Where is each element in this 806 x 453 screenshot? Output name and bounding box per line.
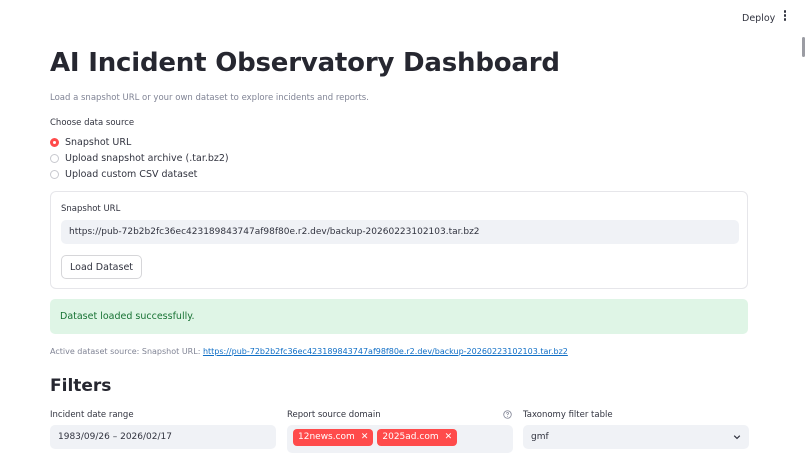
snapshot-form-card: Snapshot URL https://pub-72b2b2fc36ec423… <box>50 191 748 289</box>
success-alert: Dataset loaded successfully. <box>50 299 748 334</box>
radio-option-label: Snapshot URL <box>65 136 132 148</box>
active-source-link[interactable]: https://pub-72b2b2fc36ec423189843747af98… <box>203 347 568 356</box>
radio-option-label: Upload snapshot archive (.tar.bz2) <box>65 152 229 164</box>
taxonomy-label: Taxonomy filter table <box>523 410 613 420</box>
active-dataset-source: Active dataset source: Snapshot URL: htt… <box>50 347 568 356</box>
domain-tag: 12news.com ✕ <box>293 429 374 446</box>
deploy-button[interactable]: Deploy <box>736 11 781 26</box>
domain-tag: 2025ad.com ✕ <box>377 429 458 446</box>
radio-selected-icon[interactable] <box>50 137 59 147</box>
snapshot-url-input[interactable]: https://pub-72b2b2fc36ec423189843747af98… <box>61 220 739 244</box>
kebab-menu-icon[interactable] <box>780 10 790 26</box>
taxonomy-selected-value: gmf <box>531 432 549 442</box>
domain-tag-label: 12news.com <box>298 432 355 442</box>
top-bar: Deploy <box>0 0 806 36</box>
remove-tag-icon[interactable]: ✕ <box>361 432 369 442</box>
data-source-label: Choose data source <box>50 118 135 128</box>
radio-unselected-icon[interactable] <box>50 153 59 163</box>
filters-heading: Filters <box>50 376 112 396</box>
help-circle-icon[interactable] <box>503 410 512 419</box>
scrollbar-thumb[interactable] <box>802 37 805 57</box>
page-subtitle: Load a snapshot URL or your own dataset … <box>50 93 369 103</box>
taxonomy-select[interactable]: gmf <box>523 425 749 449</box>
chevron-down-icon <box>733 435 741 440</box>
source-domain-label: Report source domain <box>287 410 381 420</box>
active-source-prefix: Active dataset source: Snapshot URL: <box>50 347 203 356</box>
domain-tag-label: 2025ad.com <box>382 432 439 442</box>
remove-tag-icon[interactable]: ✕ <box>445 432 453 442</box>
load-dataset-button[interactable]: Load Dataset <box>61 255 143 279</box>
radio-option-label: Upload custom CSV dataset <box>65 168 198 180</box>
page-title: AI Incident Observatory Dashboard <box>50 48 560 78</box>
date-range-input[interactable]: 1983/09/26 – 2026/02/17 <box>50 425 276 449</box>
source-domain-multiselect[interactable]: 12news.com ✕ 2025ad.com ✕ <box>287 425 513 453</box>
radio-option-upload-csv[interactable]: Upload custom CSV dataset <box>50 167 197 181</box>
radio-unselected-icon[interactable] <box>50 169 59 179</box>
snapshot-url-label: Snapshot URL <box>61 204 121 214</box>
radio-option-snapshot-url[interactable]: Snapshot URL <box>50 135 131 149</box>
date-range-label: Incident date range <box>50 410 134 420</box>
radio-option-upload-archive[interactable]: Upload snapshot archive (.tar.bz2) <box>50 151 229 165</box>
